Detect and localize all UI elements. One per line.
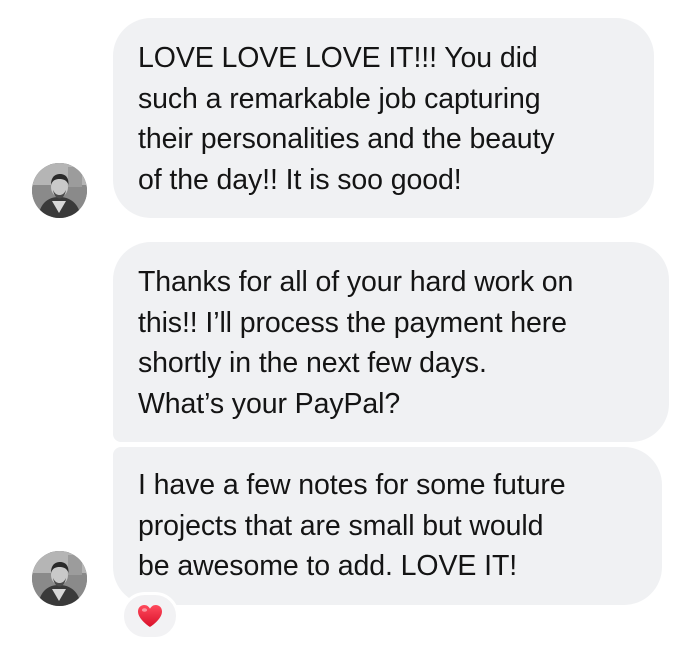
message-reaction[interactable] (121, 592, 179, 640)
avatar-photo-icon (32, 163, 87, 218)
message-text-line: Thanks for all of your hard work on (138, 266, 574, 298)
message-text-line: such a remarkable job capturing (138, 82, 541, 115)
message-text-line: of the day!! It is soo good! (138, 163, 462, 196)
heart-icon (138, 605, 162, 627)
message-text-line: be awesome to add. LOVE IT! (138, 550, 518, 582)
message-text-line: their personalities and the beauty (138, 123, 555, 155)
message-text-line: this!! I’ll process the payment here (138, 306, 567, 339)
sender-avatar[interactable] (32, 551, 87, 606)
message-bubble-2[interactable]: Thanks for all of your hard work on this… (113, 242, 669, 442)
message-text-line: shortly in the next few days. (138, 347, 487, 379)
sender-avatar[interactable] (32, 163, 87, 218)
message-text-line: projects that are small but would (138, 509, 544, 542)
message-text-line: What’s your PayPal? (138, 387, 401, 420)
avatar-photo-icon (32, 551, 87, 606)
message-bubble-1[interactable]: LOVE LOVE LOVE IT!!! You did such a rema… (113, 18, 654, 218)
message-text-line: LOVE LOVE LOVE IT!!! You did (138, 42, 538, 74)
message-text-line: I have a few notes for some future (138, 469, 566, 501)
message-bubble-3[interactable]: I have a few notes for some future proje… (113, 447, 662, 605)
